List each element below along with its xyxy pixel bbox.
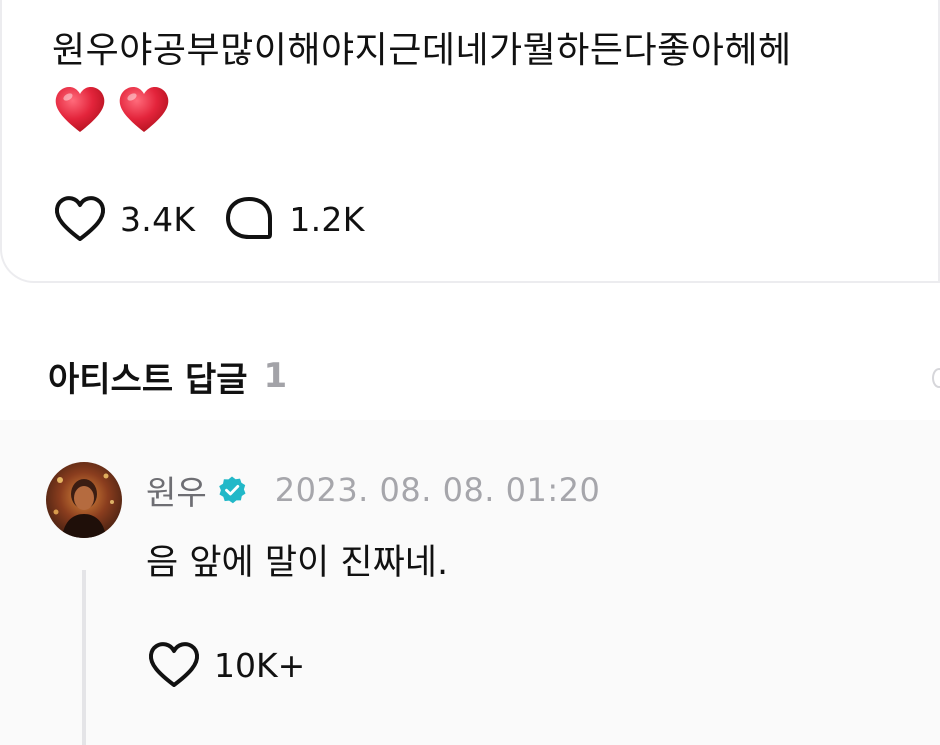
partial-edge-icon bbox=[932, 368, 940, 388]
artist-avatar[interactable] bbox=[46, 462, 122, 538]
reply-timestamp: 2023. 08. 08. 01:20 bbox=[274, 471, 601, 509]
heart-outline-icon bbox=[148, 642, 200, 687]
post-like-count: 3.4K bbox=[120, 199, 196, 239]
post-body-text: 원우야공부많이해야지근데네가뭘하든다좋아헤헤 bbox=[52, 30, 792, 71]
post-emoji-row bbox=[52, 82, 172, 138]
reply-body-text: 음 앞에 말이 진짜네. bbox=[146, 543, 449, 583]
artist-replies-count: 1 bbox=[263, 356, 288, 396]
post-comment-button[interactable]: 1.2K bbox=[221, 194, 364, 244]
reply-header: 원우 2023. 08. 08. 01:20 bbox=[146, 468, 600, 512]
reply-like-button[interactable]: 10K+ bbox=[146, 640, 305, 690]
artist-replies-title: 아티스트 답글 bbox=[48, 359, 248, 400]
reply-action-bar: 10K+ bbox=[146, 640, 305, 690]
reply-like-count: 10K+ bbox=[214, 645, 306, 685]
heart-outline-icon bbox=[54, 196, 106, 241]
artist-name[interactable]: 원우 bbox=[146, 466, 207, 514]
fan-post-card: 원우야공부많이해야지근데네가뭘하든다좋아헤헤 3.4K 1.2K bbox=[0, 0, 940, 283]
artist-replies-heading: 아티스트 답글 1 bbox=[48, 352, 287, 400]
red-heart-emoji-icon bbox=[119, 87, 169, 132]
reply-thread-line bbox=[82, 570, 86, 745]
post-comment-count: 1.2K bbox=[289, 199, 365, 239]
verified-badge-icon bbox=[218, 476, 246, 504]
comment-bubble-icon bbox=[226, 197, 273, 239]
artist-reply-item: 원우 2023. 08. 08. 01:20 음 앞에 말이 진짜네. 10K+ bbox=[0, 420, 940, 745]
post-like-button[interactable]: 3.4K bbox=[52, 194, 195, 244]
post-action-bar: 3.4K 1.2K bbox=[52, 194, 365, 244]
red-heart-emoji-icon bbox=[55, 87, 105, 132]
fan-post-detail-screen: 원우야공부많이해야지근데네가뭘하든다좋아헤헤 3.4K 1.2K 아티스트 답글… bbox=[0, 0, 940, 745]
